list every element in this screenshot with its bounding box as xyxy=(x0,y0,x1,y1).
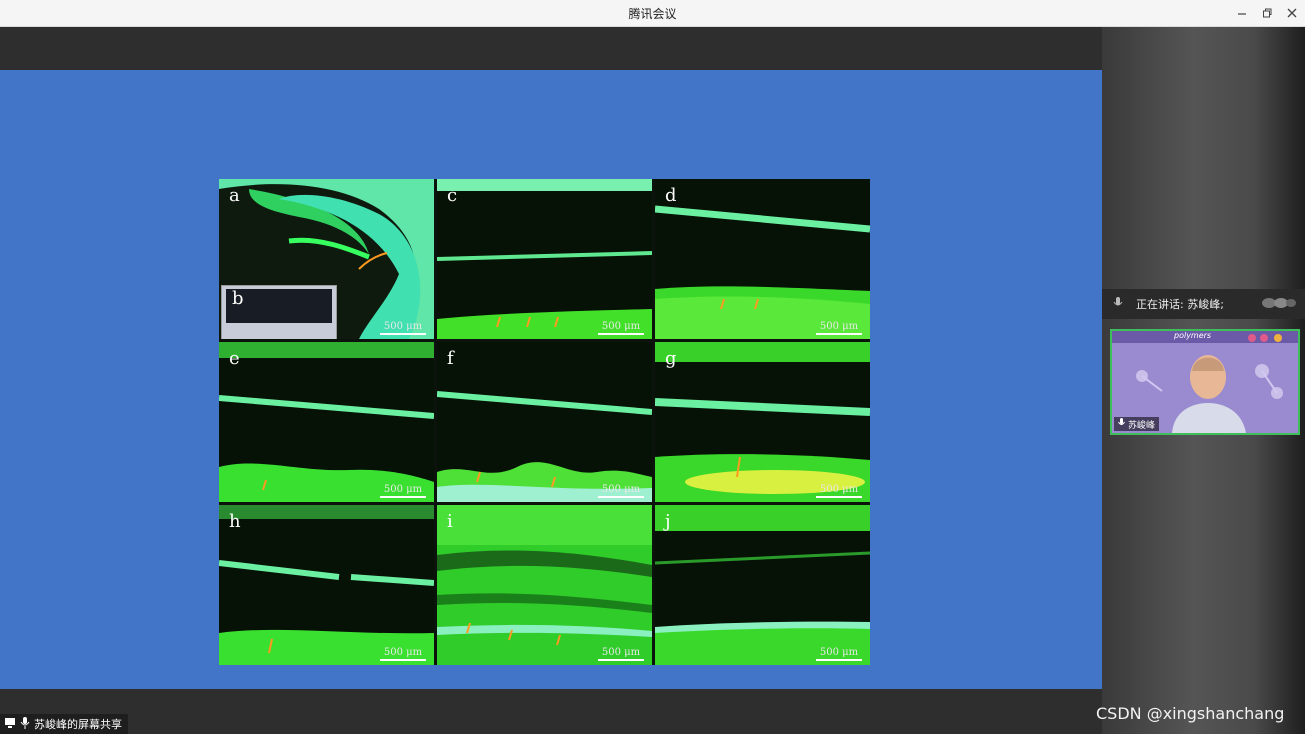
micrograph-figure: a 500 μm b c 500 μm d 500 μm e 500 μm f … xyxy=(219,179,870,665)
scale-bar: 500 μm xyxy=(598,321,644,335)
csdn-watermark: CSDN @xingshanchang xyxy=(1096,704,1285,723)
panel-i: i 500 μm xyxy=(437,505,652,665)
scale-bar: 500 μm xyxy=(816,484,862,498)
scale-bar: 500 μm xyxy=(598,484,644,498)
panel-label: a xyxy=(229,185,240,206)
panel-e: e 500 μm xyxy=(219,342,434,502)
panel-f: f 500 μm xyxy=(437,342,652,502)
bottom-strip xyxy=(0,689,1102,734)
participant-video-tile[interactable]: polymers 苏峻峰 xyxy=(1110,329,1300,435)
participant-sidebar: 正在讲话: 苏峻峰; polymers 苏峻峰 xyxy=(1102,27,1305,734)
panel-j: j 500 μm xyxy=(655,505,870,665)
video-banner: polymers xyxy=(1174,331,1212,340)
panel-label: c xyxy=(447,185,458,206)
scale-bar: 500 μm xyxy=(380,321,426,335)
screen-share-icon xyxy=(4,717,16,732)
panel-label: g xyxy=(665,348,677,369)
panel-label: j xyxy=(665,511,671,532)
participant-name: 苏峻峰 xyxy=(1128,420,1156,431)
speaker-icon xyxy=(1112,296,1124,313)
panel-label: e xyxy=(229,348,240,369)
microphone-icon xyxy=(20,716,30,732)
panel-label: f xyxy=(447,348,454,369)
window-title: 腾讯会议 xyxy=(628,7,677,21)
close-icon[interactable] xyxy=(1282,3,1302,23)
title-bar: 腾讯会议 xyxy=(0,0,1305,27)
screen-share-badge[interactable]: 苏峻峰的屏幕共享 xyxy=(0,714,128,734)
scale-bar: 500 μm xyxy=(816,321,862,335)
panel-h: h 500 μm xyxy=(219,505,434,665)
screen-share-label: 苏峻峰的屏幕共享 xyxy=(34,718,122,731)
panel-label: b xyxy=(232,288,244,309)
panel-label: h xyxy=(229,511,241,532)
panel-c: c 500 μm xyxy=(437,179,652,339)
scale-bar: 500 μm xyxy=(380,647,426,661)
scale-bar: 500 μm xyxy=(816,647,862,661)
scale-bar: 500 μm xyxy=(598,647,644,661)
panel-d: d 500 μm xyxy=(655,179,870,339)
presentation-slide: a 500 μm b c 500 μm d 500 μm e 500 μm f … xyxy=(0,70,1102,689)
scale-bar: 500 μm xyxy=(380,484,426,498)
minimize-icon[interactable] xyxy=(1232,3,1252,23)
microphone-icon xyxy=(1118,417,1125,431)
speaking-label: 正在讲话: 苏峻峰; xyxy=(1136,298,1224,311)
panel-a: a 500 μm b xyxy=(219,179,434,339)
shared-screen: a 500 μm b c 500 μm d 500 μm e 500 μm f … xyxy=(0,27,1102,734)
restore-icon[interactable] xyxy=(1257,3,1277,23)
panel-label: d xyxy=(665,185,677,206)
speaking-indicator: 正在讲话: 苏峻峰; xyxy=(1102,289,1305,319)
panel-g: g 500 μm xyxy=(655,342,870,502)
top-strip xyxy=(0,27,1102,70)
panel-b-inset: b xyxy=(221,285,337,339)
audio-wave-icon xyxy=(1261,297,1297,312)
participant-name-tag: 苏峻峰 xyxy=(1114,417,1160,431)
panel-label: i xyxy=(447,511,453,532)
